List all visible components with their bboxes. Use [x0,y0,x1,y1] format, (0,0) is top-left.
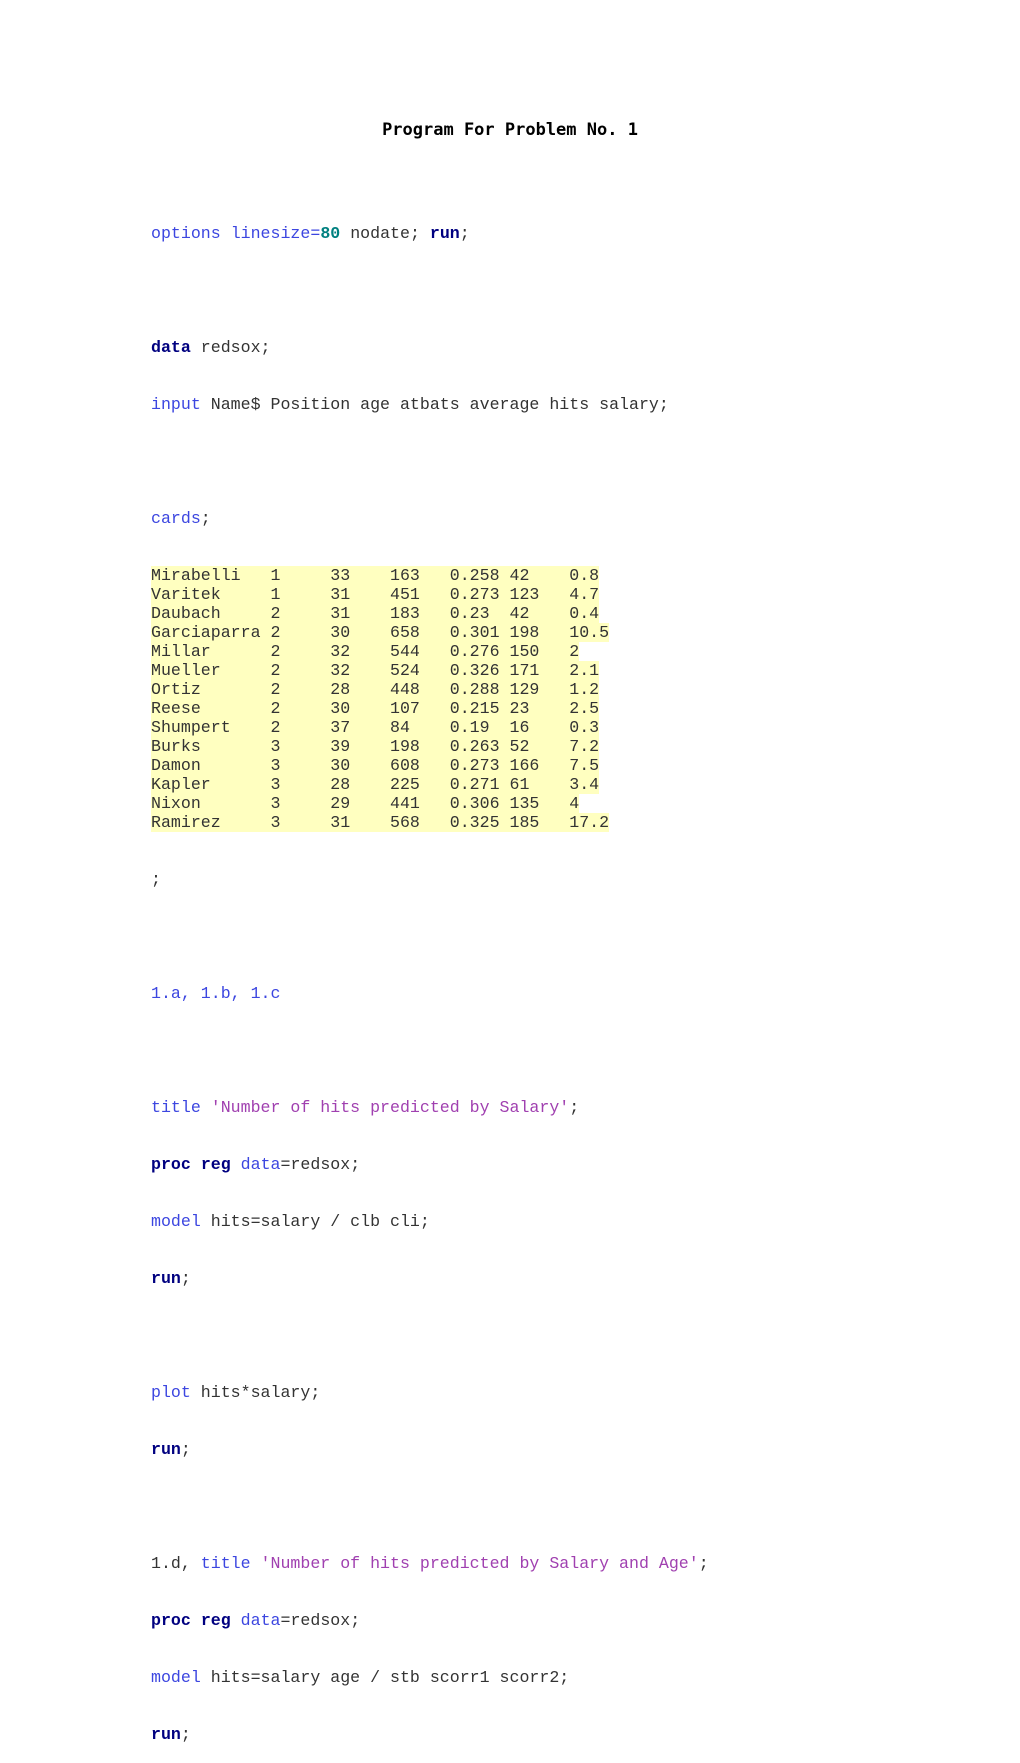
cards-statement: cards; [151,509,211,528]
data-row: Burks 3 39 198 0.263 52 7.2 [151,737,709,756]
highlighted-data-text: Reese 2 30 107 0.215 23 2.5 [151,699,600,718]
title-statement-1: title 'Number of hits predicted by Salar… [151,1098,580,1117]
data-row: Millar 2 32 544 0.276 150 2 [151,642,709,661]
proc-reg-statement-1: proc reg data=redsox; [151,1155,361,1174]
data-row: Garciaparra 2 30 658 0.301 198 10.5 [151,623,709,642]
highlighted-data-text: Varitek 1 31 451 0.273 123 4.7 [151,585,600,604]
data-row: Mueller 2 32 524 0.326 171 2.1 [151,661,709,680]
data-row: Kapler 3 28 225 0.271 61 3.4 [151,775,709,794]
data-statement: data redsox; [151,338,271,357]
data-row: Reese 2 30 107 0.215 23 2.5 [151,699,709,718]
data-row: Damon 3 30 608 0.273 166 7.5 [151,756,709,775]
run-statement-2: run; [151,1440,191,1459]
highlighted-data-text: Mueller 2 32 524 0.326 171 2.1 [151,661,600,680]
data-row: Shumpert 2 37 84 0.19 16 0.3 [151,718,709,737]
model-statement-2: model hits=salary age / stb scorr1 scorr… [151,1668,570,1687]
sas-code-block: options linesize=80 nodate; run; data re… [151,186,709,1763]
data-row: Nixon 3 29 441 0.306 135 4 [151,794,709,813]
data-row: Ramirez 3 31 568 0.325 185 17.2 [151,813,709,832]
section-label-1abc: 1.a, 1.b, 1.c [151,984,281,1003]
highlighted-data-text: Kapler 3 28 225 0.271 61 3.4 [151,775,600,794]
proc-reg-statement-2: proc reg data=redsox; [151,1611,361,1630]
model-statement-1: model hits=salary / clb cli; [151,1212,430,1231]
highlighted-data-text: Garciaparra 2 30 658 0.301 198 10.5 [151,623,610,642]
highlighted-data-text: Mirabelli 1 33 163 0.258 42 0.8 [151,566,600,585]
highlighted-data-text: Millar 2 32 544 0.276 150 2 [151,642,580,661]
title-statement-2: 1.d, title 'Number of hits predicted by … [151,1554,709,1573]
cards-terminator: ; [151,870,161,889]
data-row: Mirabelli 1 33 163 0.258 42 0.8 [151,566,709,585]
highlighted-data-text: Damon 3 30 608 0.273 166 7.5 [151,756,600,775]
run-statement-3: run; [151,1725,191,1744]
plot-statement: plot hits*salary; [151,1383,321,1402]
document-title: Program For Problem No. 1 [382,120,638,140]
options-statement: options linesize=80 nodate; run; [151,224,470,243]
data-rows: Mirabelli 1 33 163 0.258 42 0.8 Varitek 1… [151,566,709,832]
run-statement-1: run; [151,1269,191,1288]
highlighted-data-text: Nixon 3 29 441 0.306 135 4 [151,794,580,813]
highlighted-data-text: Burks 3 39 198 0.263 52 7.2 [151,737,600,756]
highlighted-data-text: Shumpert 2 37 84 0.19 16 0.3 [151,718,600,737]
data-row: Ortiz 2 28 448 0.288 129 1.2 [151,680,709,699]
highlighted-data-text: Daubach 2 31 183 0.23 42 0.4 [151,604,600,623]
data-row: Varitek 1 31 451 0.273 123 4.7 [151,585,709,604]
highlighted-data-text: Ramirez 3 31 568 0.325 185 17.2 [151,813,610,832]
data-row: Daubach 2 31 183 0.23 42 0.4 [151,604,709,623]
highlighted-data-text: Ortiz 2 28 448 0.288 129 1.2 [151,680,600,699]
input-statement: input Name$ Position age atbats average … [151,395,669,414]
